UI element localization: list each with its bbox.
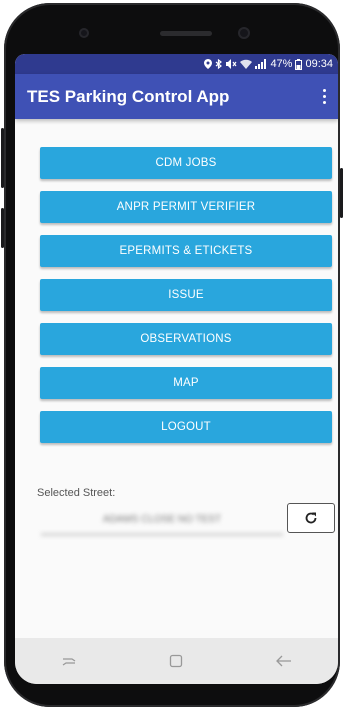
clock: 09:34 (305, 58, 333, 70)
phone-frame: 47% 09:34 TES Parking Control App CDM JO… (1, 3, 343, 707)
earpiece-speaker (160, 31, 212, 36)
map-button[interactable]: MAP (40, 367, 332, 399)
home-icon[interactable] (169, 654, 183, 668)
issue-button[interactable]: ISSUE (40, 279, 332, 311)
location-icon (204, 59, 213, 69)
iris-sensor (79, 28, 89, 38)
front-camera (238, 27, 250, 39)
bluetooth-icon (216, 58, 223, 69)
anpr-permit-verifier-button[interactable]: ANPR PERMIT VERIFIER (40, 191, 332, 223)
volume-button (1, 128, 4, 188)
overflow-menu-icon[interactable] (318, 86, 330, 108)
bixby-button (1, 208, 4, 248)
wifi-icon (240, 59, 253, 69)
battery-icon (295, 58, 303, 70)
mute-icon (226, 59, 237, 69)
app-screen: 47% 09:34 TES Parking Control App CDM JO… (15, 54, 338, 684)
selected-street-field[interactable]: ADAMS CLOSE NO TEST (41, 506, 283, 535)
power-button (340, 168, 343, 218)
cdm-jobs-button[interactable]: CDM JOBS (40, 147, 332, 179)
status-bar: 47% 09:34 (15, 54, 338, 74)
battery-percent: 47% (270, 58, 293, 70)
selected-street-label: Selected Street: (37, 487, 116, 499)
recent-apps-icon[interactable] (61, 654, 77, 668)
refresh-street-button[interactable] (287, 503, 335, 533)
logout-button[interactable]: LOGOUT (40, 411, 332, 443)
main-menu: CDM JOBS ANPR PERMIT VERIFIER EPERMITS &… (40, 147, 332, 455)
observations-button[interactable]: OBSERVATIONS (40, 323, 332, 355)
app-bar: TES Parking Control App (15, 74, 338, 119)
signal-icon (255, 59, 267, 69)
epermits-etickets-button[interactable]: EPERMITS & ETICKETS (40, 235, 332, 267)
back-icon[interactable] (275, 654, 292, 668)
refresh-icon (305, 512, 317, 524)
app-title: TES Parking Control App (27, 86, 230, 106)
system-nav-bar (15, 638, 338, 684)
